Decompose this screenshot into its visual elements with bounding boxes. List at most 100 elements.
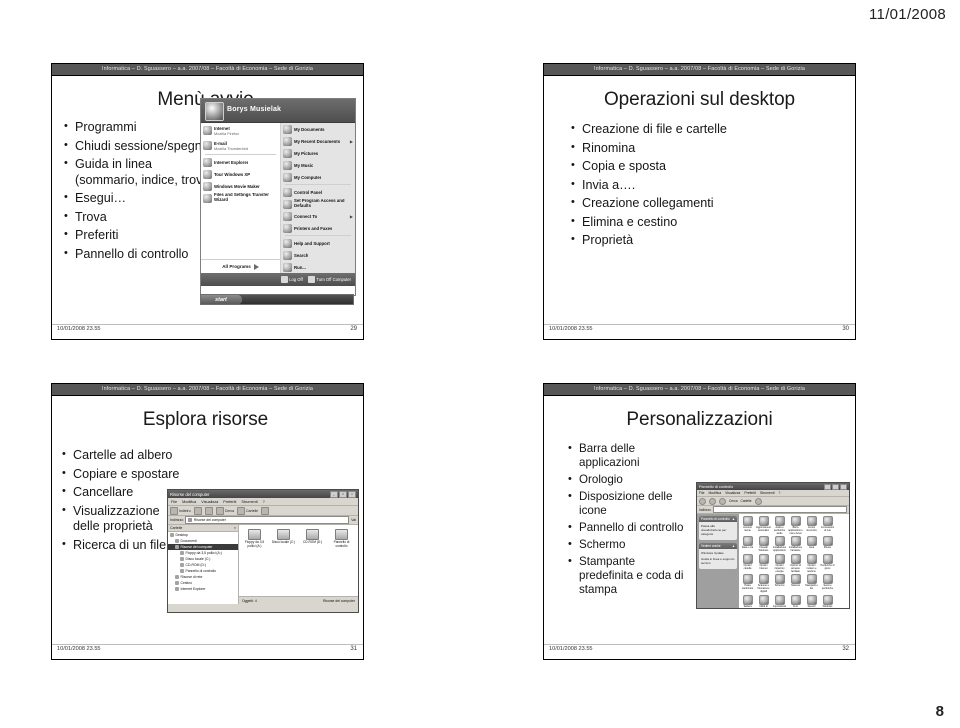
tree-node-internet-explorer[interactable]: Internet Explorer <box>168 586 238 592</box>
menu-item-email[interactable]: E-mail Mozilla Thunderbird <box>201 138 280 153</box>
cp-item[interactable]: Utilità di pianificazione <box>756 594 771 608</box>
cp-item[interactable]: Speech <box>804 594 819 608</box>
menu-item-run[interactable]: Run... <box>281 261 355 273</box>
maximize-icon[interactable] <box>832 483 839 490</box>
side-panel-link[interactable]: Guida in linea e supporto tecnico <box>701 557 735 565</box>
maximize-icon[interactable]: □ <box>339 490 347 498</box>
menu-help[interactable]: ? <box>779 491 781 495</box>
forward-icon[interactable] <box>709 497 716 505</box>
turn-off-computer-button[interactable]: Turn Off Computer <box>307 276 351 283</box>
window-controls[interactable]: _ □ × <box>330 490 356 498</box>
cp-item[interactable]: Centro sicurezza <box>804 516 819 535</box>
menu-preferiti[interactable]: Preferiti <box>744 491 756 495</box>
views-icon[interactable] <box>754 497 762 505</box>
menu-strumenti[interactable]: Strumenti <box>241 500 257 504</box>
cp-item[interactable]: Suoni e periferiche <box>820 574 835 593</box>
views-button[interactable] <box>261 506 270 515</box>
cp-item[interactable]: Opzioni di accesso facilitato <box>788 553 803 573</box>
menu-item-help-and-support[interactable]: Help and Support <box>281 237 355 249</box>
tree-header-label: Cartelle <box>170 526 183 530</box>
folders-button[interactable]: Cartelle <box>237 506 258 515</box>
close-icon[interactable]: × <box>234 526 236 530</box>
address-input[interactable] <box>712 506 847 513</box>
menu-strumenti[interactable]: Strumenti <box>760 491 775 495</box>
cp-item[interactable]: Opzioni modem e telefono <box>804 553 819 573</box>
cp-item[interactable]: Opzioni risparmio energia <box>772 553 787 573</box>
cp-item[interactable]: Installazione applicazioni <box>772 536 787 553</box>
chevron-up-icon[interactable]: ▲ <box>732 517 735 521</box>
menu-item-internet[interactable]: Internet Mozilla Firefox <box>201 123 280 138</box>
menu-preferiti[interactable]: Preferiti <box>223 500 236 504</box>
side-panel-link[interactable]: Passa alla visualizzazione per categorie <box>701 524 735 536</box>
menu-item-my-recent-documents[interactable]: My Recent Documents ▶ <box>281 135 355 147</box>
cp-item[interactable]: Scanner e fotocamere digitali <box>756 574 771 593</box>
menu-item-my-computer[interactable]: My Computer <box>281 171 355 183</box>
start-button[interactable]: start <box>201 295 242 304</box>
menu-item-control-panel[interactable]: Control Panel <box>281 186 355 198</box>
back-button[interactable]: Indietro <box>170 506 191 515</box>
cp-item[interactable]: Firewall Windows <box>756 536 771 553</box>
close-icon[interactable] <box>840 483 847 490</box>
file-item[interactable]: Disco locale (C:) <box>270 529 297 548</box>
menu-file[interactable]: File <box>171 500 177 504</box>
search-button[interactable]: Cerca <box>215 506 234 515</box>
cp-item[interactable]: Periferiche di gioco <box>820 553 835 573</box>
up-button[interactable] <box>204 506 213 515</box>
menu-modifica[interactable]: Modifica <box>182 500 196 504</box>
menu-item-tour-windows-xp[interactable]: Tour Windows XP <box>201 168 280 180</box>
search-label[interactable]: Cerca <box>729 499 738 503</box>
all-programs-button[interactable]: All Programs <box>201 259 280 273</box>
menu-item-windows-movie-maker[interactable]: Windows Movie Maker <box>201 180 280 192</box>
folders-label[interactable]: Cartelle <box>741 499 752 503</box>
menu-visualizza[interactable]: Visualizza <box>725 491 740 495</box>
back-icon[interactable] <box>699 497 706 505</box>
cp-item[interactable]: Mouse <box>820 536 835 553</box>
go-button[interactable]: Vai <box>351 518 356 522</box>
menu-item-set-program-access[interactable]: Set Program Access and Defaults <box>281 198 355 210</box>
menu-item-my-pictures[interactable]: My Pictures <box>281 147 355 159</box>
file-item[interactable]: Floppy da 3,5 pollici (A:) <box>241 529 268 548</box>
cp-item[interactable]: Java <box>804 536 819 553</box>
cp-item[interactable]: Audio e periferiche audio <box>772 516 787 535</box>
up-icon[interactable] <box>719 497 726 505</box>
forward-button[interactable] <box>193 506 202 515</box>
log-off-button[interactable]: Log Off <box>280 276 303 283</box>
menu-item-my-documents[interactable]: My Documents <box>281 123 355 135</box>
cp-item[interactable]: Installazione hardware <box>788 536 803 553</box>
menu-modifica[interactable]: Modifica <box>708 491 721 495</box>
menu-visualizza[interactable]: Visualizza <box>201 500 218 504</box>
menu-help[interactable]: ? <box>263 500 265 504</box>
chevron-up-icon[interactable]: ▲ <box>732 544 735 548</box>
window-controls[interactable] <box>824 483 847 490</box>
menu-item-internet-explorer[interactable]: Internet Explorer <box>201 156 280 168</box>
file-item[interactable]: CD-ROM (D:) <box>299 529 326 548</box>
menu-item-my-music[interactable]: My Music <box>281 159 355 171</box>
cp-item[interactable]: Opzioni cartella <box>740 553 755 573</box>
cp-item[interactable]: Barra applicazioni e menu Avvio <box>788 516 803 535</box>
cp-item[interactable]: Sistema <box>788 574 803 593</box>
cp-item[interactable]: Data e ora <box>740 536 755 553</box>
cp-item[interactable]: Windows CardSpace <box>820 594 835 608</box>
cp-item[interactable]: Posta elettronica <box>740 574 755 593</box>
cp-item[interactable]: Aggiornamenti automatici <box>756 516 771 535</box>
cp-item[interactable]: Opzioni Internet <box>756 553 771 573</box>
cp-item[interactable]: Tastiera <box>740 594 755 608</box>
cp-item[interactable]: Connessioni di rete <box>820 516 835 535</box>
close-icon[interactable]: × <box>348 490 356 498</box>
cp-item[interactable]: Font <box>788 594 803 608</box>
minimize-icon[interactable]: _ <box>330 490 338 498</box>
address-input[interactable]: Risorse del computer <box>185 516 350 524</box>
cp-item[interactable]: Schermo <box>772 574 787 593</box>
menu-item-printers-and-faxes[interactable]: Printers and Faxes <box>281 222 355 234</box>
menu-item-search[interactable]: Search <box>281 249 355 261</box>
bullet-text: Esegui… <box>75 191 127 205</box>
cp-item[interactable]: Account utente <box>740 516 755 535</box>
menu-file[interactable]: File <box>699 491 704 495</box>
menu-item-transfer-wizard[interactable]: Files and Settings Transfer Wizard <box>201 192 280 204</box>
file-item[interactable]: Pannello di controllo <box>328 529 355 548</box>
cp-item[interactable]: Stampanti e fax <box>804 574 819 593</box>
cp-item[interactable]: Impostazioni internazionali <box>772 594 787 608</box>
menu-item-connect-to[interactable]: Connect To ▶ <box>281 210 355 222</box>
minimize-icon[interactable] <box>824 483 831 490</box>
side-panel-link[interactable]: Windows Update <box>701 551 735 555</box>
